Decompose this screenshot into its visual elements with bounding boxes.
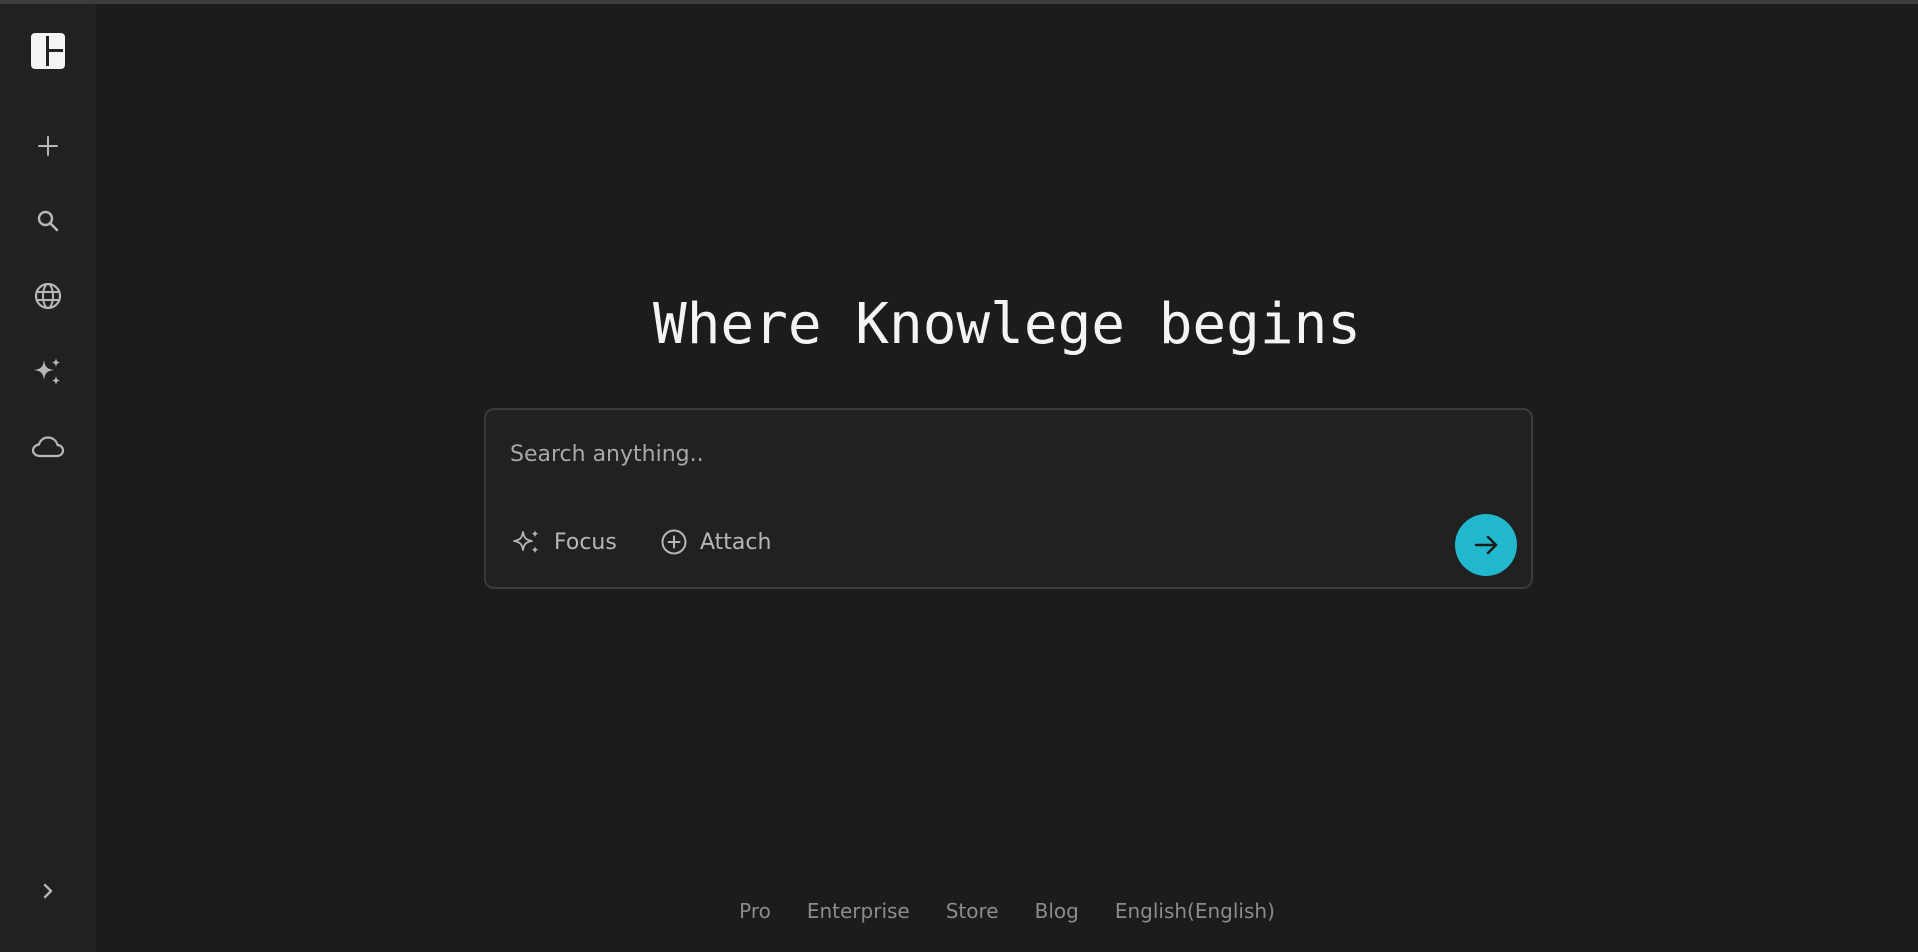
attach-label: Attach <box>700 529 772 555</box>
footer-link-blog[interactable]: Blog <box>1035 899 1079 923</box>
search-input[interactable] <box>510 436 1490 472</box>
new-thread-button[interactable] <box>26 124 70 168</box>
sparkles-icon <box>513 530 539 554</box>
search-button[interactable] <box>26 199 70 243</box>
search-box: Focus Attach <box>484 408 1533 589</box>
main-content: Where Knowlege begins Focus Attach Pro <box>96 4 1918 952</box>
discover-button[interactable] <box>26 274 70 318</box>
search-icon <box>37 210 59 232</box>
sidebar <box>0 4 96 952</box>
cloud-icon <box>31 436 65 458</box>
expand-sidebar-button[interactable] <box>26 869 70 913</box>
spaces-button[interactable] <box>26 350 70 394</box>
arrow-right-icon <box>1474 535 1498 555</box>
library-button[interactable] <box>26 425 70 469</box>
plus-circle-icon <box>661 529 687 555</box>
footer-link-enterprise[interactable]: Enterprise <box>807 899 910 923</box>
focus-label: Focus <box>554 529 617 555</box>
chevron-right-icon <box>43 883 53 899</box>
footer-link-store[interactable]: Store <box>946 899 999 923</box>
submit-button[interactable] <box>1455 514 1517 576</box>
sparkles-icon <box>34 358 60 385</box>
footer-link-pro[interactable]: Pro <box>739 899 771 923</box>
globe-icon <box>34 282 62 310</box>
footer-language-selector[interactable]: English(English) <box>1115 899 1275 923</box>
plus-icon <box>38 136 58 156</box>
attach-button[interactable]: Attach <box>660 522 771 562</box>
perplexity-logo-icon[interactable] <box>31 33 65 69</box>
focus-button[interactable]: Focus <box>512 522 617 562</box>
page-headline: Where Knowlege begins <box>652 292 1361 357</box>
footer-links: Pro Enterprise Store Blog English(Englis… <box>96 899 1918 923</box>
